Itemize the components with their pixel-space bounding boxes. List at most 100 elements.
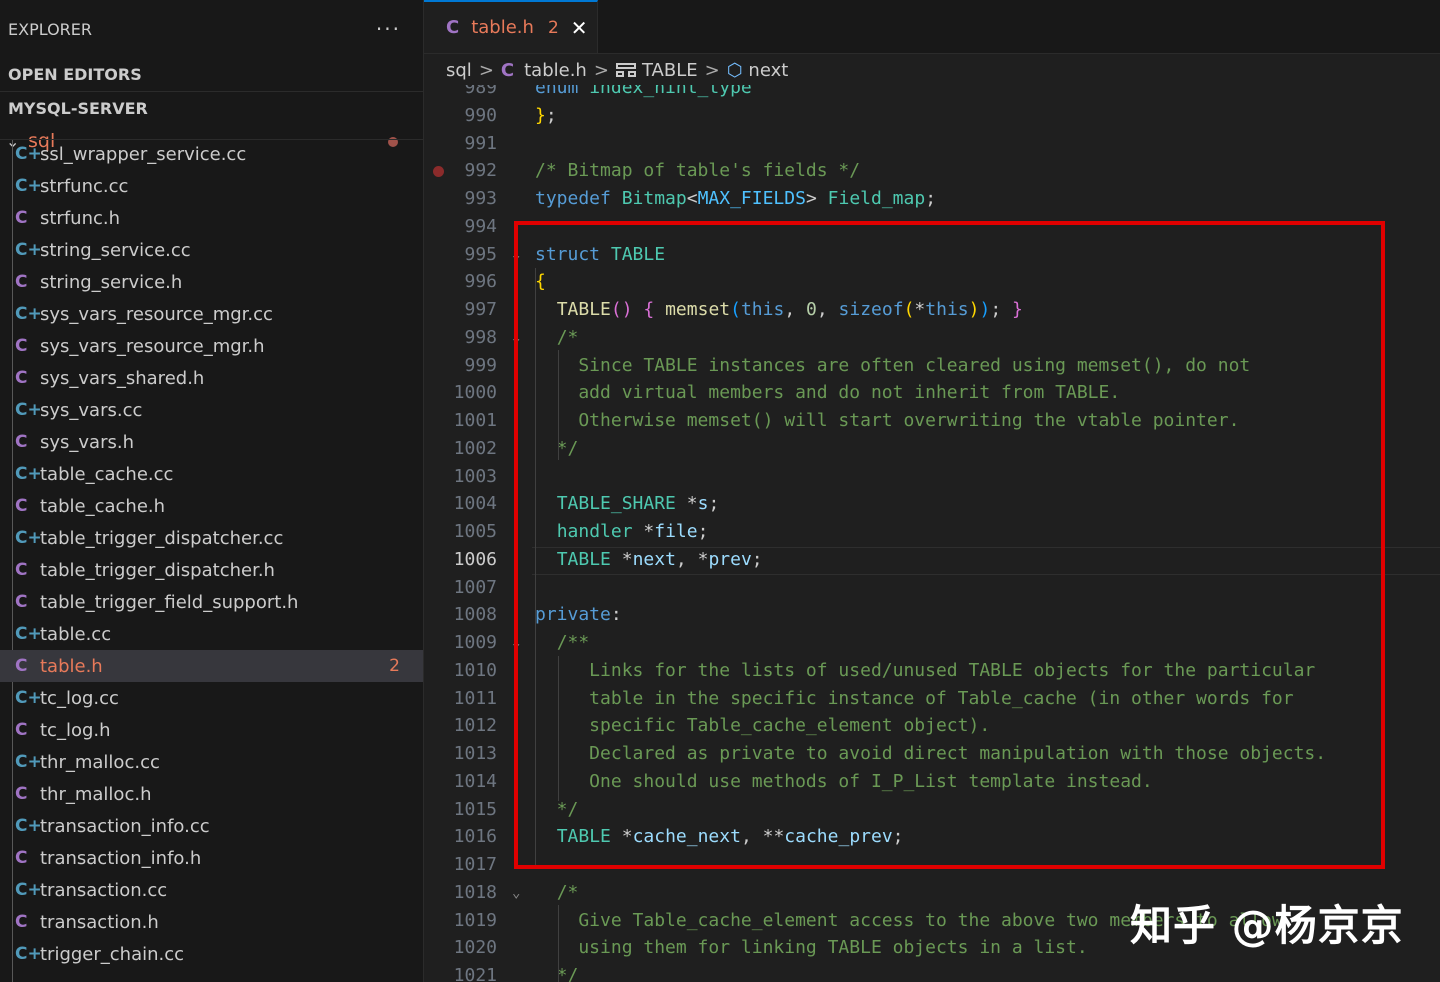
- file-item[interactable]: C+ sys_vars.cc: [0, 394, 423, 426]
- code-line[interactable]: 1011 table in the specific instance of T…: [424, 685, 1440, 713]
- file-item[interactable]: Ctable.h 2: [0, 650, 423, 682]
- code-token: ;: [697, 521, 709, 542]
- code-token: ;: [751, 548, 763, 570]
- code-token: TABLE: [610, 243, 666, 265]
- file-item[interactable]: Ctable_trigger_field_support.h: [0, 586, 423, 618]
- code-line[interactable]: 999 Since TABLE instances are often clea…: [424, 352, 1440, 380]
- code-line[interactable]: 1010 Links for the lists of used/unused …: [424, 657, 1440, 685]
- breadcrumb-struct[interactable]: TABLE: [642, 60, 698, 81]
- file-item[interactable]: Ctable_cache.h: [0, 490, 423, 522]
- code-line[interactable]: 991: [424, 130, 1440, 158]
- file-item[interactable]: C+ transaction.cc: [0, 874, 423, 906]
- code-line[interactable]: 1006 TABLE *next, *prev;: [424, 546, 1440, 574]
- code-line[interactable]: 1000 add virtual members and do not inhe…: [424, 379, 1440, 407]
- code-token: */: [535, 437, 579, 459]
- code-token: TABLE_SHARE: [556, 493, 676, 515]
- file-label: table.h: [40, 655, 103, 677]
- file-item[interactable]: C+ ssl_wrapper_service.cc: [0, 140, 423, 170]
- code-line[interactable]: 996 {: [424, 268, 1440, 296]
- code-line[interactable]: 1021 */: [424, 962, 1440, 982]
- fold-chevron-icon[interactable]: ⌄: [512, 241, 520, 269]
- line-number: 1015: [453, 798, 497, 820]
- cpp-file-icon: C+: [15, 688, 42, 708]
- fold-chevron-icon[interactable]: ⌄: [512, 629, 520, 657]
- file-item[interactable]: C+ sys_vars_resource_mgr.cc: [0, 298, 423, 330]
- c-file-icon: C: [15, 592, 28, 612]
- file-item[interactable]: C+ strfunc.cc: [0, 170, 423, 202]
- line-number: 990: [464, 104, 497, 126]
- file-item[interactable]: C+ string_service.cc: [0, 234, 423, 266]
- explorer-sidebar: EXPLORER ··· OPEN EDITORS MYSQL-SERVER ⌄…: [0, 0, 424, 982]
- code-text: TABLE_SHARE *s;: [535, 490, 720, 518]
- code-line[interactable]: 993 typedef Bitmap<MAX_FIELDS> Field_map;: [424, 185, 1440, 213]
- code-token: */: [535, 965, 579, 982]
- code-text: {: [535, 268, 546, 296]
- workspace-section[interactable]: MYSQL-SERVER: [0, 91, 423, 125]
- line-number: 999: [464, 354, 497, 376]
- code-token: this: [740, 299, 785, 320]
- code-token: table in the specific instance of Table_…: [535, 687, 1294, 709]
- file-item[interactable]: C+ table_cache.cc: [0, 458, 423, 490]
- file-item[interactable]: Csys_vars_resource_mgr.h: [0, 330, 423, 362]
- file-item[interactable]: Csys_vars.h: [0, 426, 423, 458]
- cpp-file-icon: C+: [15, 880, 42, 900]
- code-view[interactable]: 989 enum index_hint_type 990}; 991 992/* Bit…: [424, 0, 1440, 982]
- code-line[interactable]: 1005 handler *file;: [424, 518, 1440, 546]
- file-item[interactable]: Cstring_service.h: [0, 266, 423, 298]
- code-token: *: [632, 521, 655, 542]
- line-number: 995: [464, 243, 497, 265]
- code-line[interactable]: 1017: [424, 851, 1440, 879]
- code-token: using them for linking TABLE objects in …: [535, 937, 1088, 959]
- file-item[interactable]: C+ table.cc: [0, 618, 423, 650]
- file-item[interactable]: Ctable_trigger_dispatcher.h: [0, 554, 423, 586]
- open-editors-section[interactable]: OPEN EDITORS: [0, 58, 423, 91]
- code-line[interactable]: 1013 Declared as private to avoid direct…: [424, 740, 1440, 768]
- c-file-icon: C: [15, 368, 28, 388]
- code-token: MAX_FIELDS: [697, 188, 806, 209]
- breadcrumb-member[interactable]: next: [748, 60, 788, 81]
- code-line[interactable]: 1009 /** ⌄: [424, 629, 1440, 657]
- fold-chevron-icon[interactable]: ⌄: [512, 324, 520, 352]
- file-item[interactable]: C+ table_trigger_dispatcher.cc: [0, 522, 423, 554]
- code-token: /* Bitmap of table's fields */: [535, 160, 861, 182]
- code-token: specific Table_cache_element object).: [535, 715, 991, 737]
- code-line[interactable]: 997 TABLE() { memset(this, 0, sizeof(*th…: [424, 296, 1440, 324]
- code-line[interactable]: 998 /* ⌄: [424, 324, 1440, 352]
- code-line[interactable]: 994: [424, 213, 1440, 241]
- breadcrumb-file[interactable]: table.h: [524, 60, 587, 81]
- code-line[interactable]: 1014 One should use methods of I_P_List …: [424, 768, 1440, 796]
- breadcrumb-folder[interactable]: sql: [446, 60, 472, 81]
- code-line[interactable]: 990};: [424, 102, 1440, 130]
- file-item[interactable]: C+ thr_malloc.cc: [0, 746, 423, 778]
- code-line[interactable]: 1002 */: [424, 435, 1440, 463]
- code-line[interactable]: 1004 TABLE_SHARE *s;: [424, 490, 1440, 518]
- code-line[interactable]: 992/* Bitmap of table's fields */: [424, 157, 1440, 185]
- code-line[interactable]: 1012 specific Table_cache_element object…: [424, 712, 1440, 740]
- code-line[interactable]: 1007: [424, 574, 1440, 602]
- line-number: 1019: [453, 909, 497, 931]
- code-line[interactable]: 1001 Otherwise memset() will start overw…: [424, 407, 1440, 435]
- file-item[interactable]: Ctransaction_info.h: [0, 842, 423, 874]
- code-line[interactable]: 1008 private:: [424, 601, 1440, 629]
- file-item[interactable]: C+ trigger_chain.cc: [0, 938, 423, 970]
- code-line[interactable]: 1003: [424, 463, 1440, 491]
- file-item[interactable]: C+ transaction_info.cc: [0, 810, 423, 842]
- file-item[interactable]: Csys_vars_shared.h: [0, 362, 423, 394]
- code-token: this: [925, 299, 969, 320]
- fold-chevron-icon[interactable]: ⌄: [512, 879, 520, 907]
- code-line[interactable]: 1015 */: [424, 796, 1440, 824]
- file-item[interactable]: Cstrfunc.h: [0, 202, 423, 234]
- code-token: TABLE: [556, 548, 611, 570]
- file-item[interactable]: Ctransaction.h: [0, 906, 423, 938]
- code-line[interactable]: 1016 TABLE *cache_next, **cache_prev;: [424, 823, 1440, 851]
- code-line[interactable]: 995 struct TABLE ⌄: [424, 241, 1440, 269]
- file-item[interactable]: Ctc_log.h: [0, 714, 423, 746]
- more-actions-icon[interactable]: ···: [376, 17, 415, 41]
- code-token: prev: [708, 548, 752, 570]
- file-item[interactable]: Cthr_malloc.h: [0, 778, 423, 810]
- code-text: TABLE *cache_next, **cache_prev;: [535, 823, 904, 851]
- c-file-icon: C: [15, 496, 28, 516]
- file-item[interactable]: C+ tc_log.cc: [0, 682, 423, 714]
